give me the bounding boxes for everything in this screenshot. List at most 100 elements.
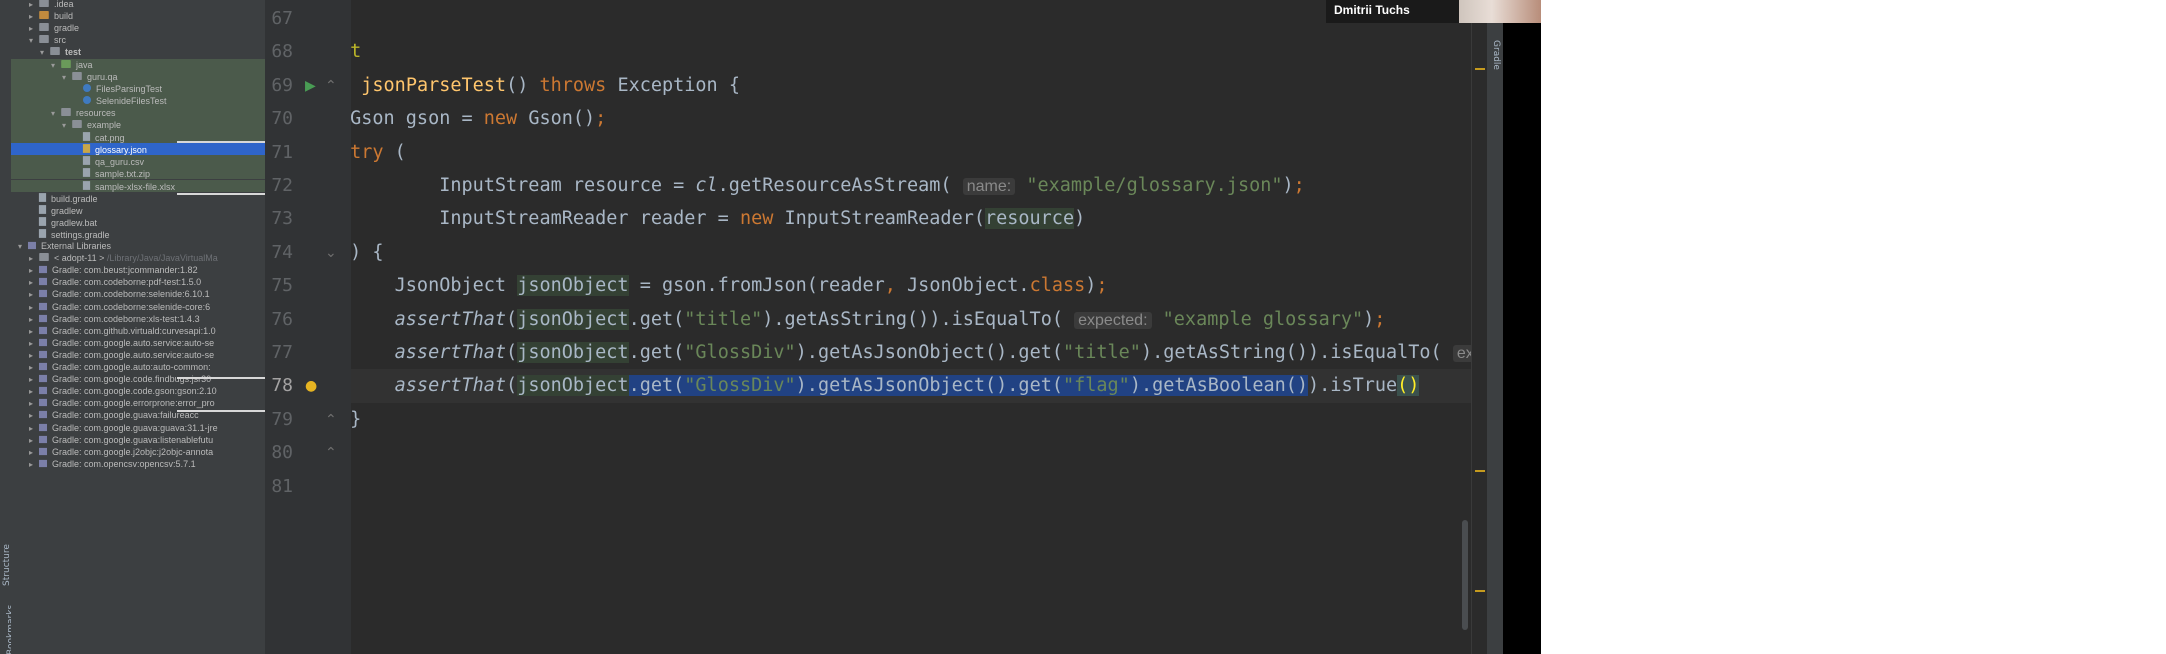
code-line[interactable]: InputStreamReader reader = new InputStre… [351, 202, 1471, 235]
code-line[interactable]: @Test [351, 35, 1471, 68]
fold-icon[interactable]: ⌃ [325, 446, 337, 460]
code-token: @Test [351, 41, 362, 63]
tree-item[interactable]: ▸ Gradle: com.google.auto.service:auto-se [11, 349, 265, 361]
line-number: 73 [271, 208, 293, 230]
tree-item-label: settings.gradle [51, 229, 110, 240]
tree-item-label: gradle [54, 23, 80, 34]
project-tree[interactable]: ▸ .idea ▸ build ▸ gradle ▾ src ▾ test ▾ java ▾ guru.q… [11, 0, 265, 654]
code-token: .get( [628, 308, 685, 330]
tree-item[interactable]: ▸ Gradle: com.codeborne:selenide-core:6 [11, 301, 265, 313]
webcam-overlay: Dmitrii Tuchs [1326, 0, 1541, 23]
fold-icon[interactable]: ⌃ [325, 413, 337, 427]
tree-item[interactable]: ▸ Gradle: com.google.code.findbugs:jsr30 [11, 373, 265, 385]
collapse-arrow-icon[interactable]: ▸ [26, 459, 36, 471]
code-token: jsonObject [517, 275, 629, 297]
run-test-icon[interactable]: ▶ [305, 79, 316, 93]
tree-item[interactable]: ▸ Gradle: com.google.auto.service:auto-se [11, 337, 265, 349]
tree-item-label: Gradle: com.github.virtuald:curvesapi:1.… [52, 325, 216, 336]
warning-marker[interactable] [1475, 470, 1485, 472]
code-line[interactable]: try ( [351, 136, 1471, 169]
code-line[interactable]: Gson gson = new Gson(); [351, 102, 1471, 135]
lib-icon [39, 350, 47, 358]
code-token: ; [595, 108, 607, 130]
tree-item[interactable]: ▸ Gradle: com.google.auto:auto-common: [11, 361, 265, 373]
code-token: () [506, 74, 540, 96]
tree-item[interactable]: ▸ Gradle: com.codeborne:selenide:6.10.1 [11, 288, 265, 300]
tree-item[interactable]: ▸ Gradle: com.google.errorprone:error_pro [11, 397, 265, 409]
tree-item-label: cat.png [95, 133, 125, 144]
tree-item[interactable]: ▸ Gradle: com.google.guava:guava:31.1-jre [11, 422, 265, 434]
fold-icon[interactable]: ⌃ [325, 79, 337, 93]
intellij-ide-window: Structure Bookmarks ▸.idea▸build▸gradle▾… [0, 0, 1541, 654]
tree-item[interactable]: SelenideFilesTest [11, 94, 265, 107]
code-line[interactable]: JsonObject jsonObject = gson.fromJson(re… [351, 269, 1471, 302]
code-line[interactable]: } [351, 470, 1471, 503]
code-line[interactable]: assertThat(jsonObject.get("title").getAs… [351, 303, 1471, 336]
line-number: 79 [271, 408, 293, 430]
warning-marker[interactable] [1475, 68, 1485, 70]
code-token: InputStream resource = [439, 175, 685, 196]
code-line[interactable] [351, 2, 1471, 35]
lib-icon [39, 387, 47, 395]
tree-item[interactable]: ▸ .idea [11, 0, 265, 10]
code-line[interactable]: ) { [351, 236, 1471, 269]
tree-item[interactable]: ▾ test [11, 46, 265, 58]
warning-marker[interactable] [1475, 590, 1485, 592]
code-token: resource [984, 208, 1075, 230]
tree-item[interactable]: ▸ Gradle: com.github.virtuald:curvesapi:1… [11, 325, 265, 337]
tree-item[interactable]: ▸ Gradle: com.codeborne:xls-test:1.4.3 [11, 313, 265, 325]
editor-vertical-scrollbar[interactable] [1462, 520, 1468, 630]
tree-item[interactable]: ▸ Gradle: com.google.j2objc:j2objc-annota [11, 446, 265, 458]
tree-item[interactable]: ▾ src [11, 34, 265, 46]
line-number: 74 [271, 241, 293, 263]
line-number: 71 [271, 141, 293, 163]
error-stripe[interactable] [1471, 0, 1488, 654]
tree-item[interactable]: ▾ java [11, 58, 265, 71]
tree-item-label: Gradle: com.google.guava:listenablefutu [52, 434, 214, 445]
file-icon [38, 192, 47, 202]
tree-item[interactable]: ▾ External Libraries [11, 240, 265, 252]
tree-item[interactable]: gradlew.bat [11, 216, 265, 228]
tree-item[interactable]: sample-xlsx-file.xlsx [11, 179, 265, 192]
code-token: ; [1096, 275, 1108, 297]
tree-scroll-marker [177, 141, 265, 143]
code-token: ) { [351, 241, 384, 263]
code-line[interactable]: void jsonParseTest() throws Exception { [351, 69, 1471, 102]
code-line[interactable]: } [351, 403, 1471, 436]
tree-item[interactable]: ▸ Gradle: com.opencsv:opencsv:5.7.1 [11, 458, 265, 470]
intention-bulb-icon[interactable]: ● [305, 379, 317, 393]
tree-item[interactable]: FilesParsingTest [11, 82, 265, 95]
tree-item-label: Gradle: com.codeborne:xls-test:1.4.3 [52, 313, 200, 324]
folder-icon [72, 120, 82, 128]
code-line[interactable]: InputStream resource = cl.getResourceAsS… [351, 169, 1471, 202]
tree-item[interactable]: ▸ Gradle: com.beust:jcommander:1.82 [11, 264, 265, 276]
tree-item[interactable]: ▸ Gradle: com.google.guava:listenablefutu [11, 434, 265, 446]
tree-item-label: sample-xlsx-file.xlsx [95, 181, 176, 192]
editor-gutter[interactable]: 67 68 69 70 71 72 73 74 75 76 77 78 79 80 81 ▶ ⌃ ⌄ ● ⌃ ⌃ [265, 0, 352, 654]
tree-item[interactable]: ▸ gradle [11, 22, 265, 34]
tree-item[interactable]: gradlew [11, 204, 265, 216]
gradle-tool-tab[interactable]: Gradle [1491, 40, 1501, 70]
lib-icon [39, 338, 47, 346]
code-token: ) [1363, 308, 1375, 330]
code-token: ).getAsJsonObject().get( [795, 375, 1063, 397]
code-token: try [351, 141, 384, 163]
tree-item[interactable]: ▸ Gradle: com.codeborne:pdf-test:1.5.0 [11, 276, 265, 288]
tree-item[interactable]: qa_guru.csv [11, 155, 265, 168]
tree-item[interactable]: ▾ example [11, 119, 265, 132]
tree-item[interactable]: settings.gradle [11, 228, 265, 240]
tree-item[interactable]: ▾ resources [11, 106, 265, 119]
tree-item[interactable]: ▸ < adopt-11 > /Library/Java/JavaVirtualM… [11, 252, 265, 264]
tree-item[interactable]: ▾ guru.qa [11, 70, 265, 83]
tree-item[interactable]: glossary.json [11, 143, 265, 156]
tree-item[interactable]: sample.txt.zip [11, 167, 265, 180]
tree-item[interactable]: ▸ Gradle: com.google.code.gson:gson:2.10 [11, 385, 265, 397]
tree-item[interactable]: ▸ build [11, 10, 265, 22]
code-line[interactable]: } [351, 436, 1471, 469]
code-line[interactable]: assertThat(jsonObject.get("GlossDiv").ge… [351, 336, 1471, 369]
fold-icon[interactable]: ⌄ [325, 246, 337, 260]
code-line[interactable]: assertThat(jsonObject.get("GlossDiv").ge… [351, 369, 1471, 403]
class-icon [83, 83, 91, 92]
code-editor[interactable]: @Test void jsonParseTest() throws Except… [351, 0, 1471, 654]
file-icon [82, 180, 91, 190]
